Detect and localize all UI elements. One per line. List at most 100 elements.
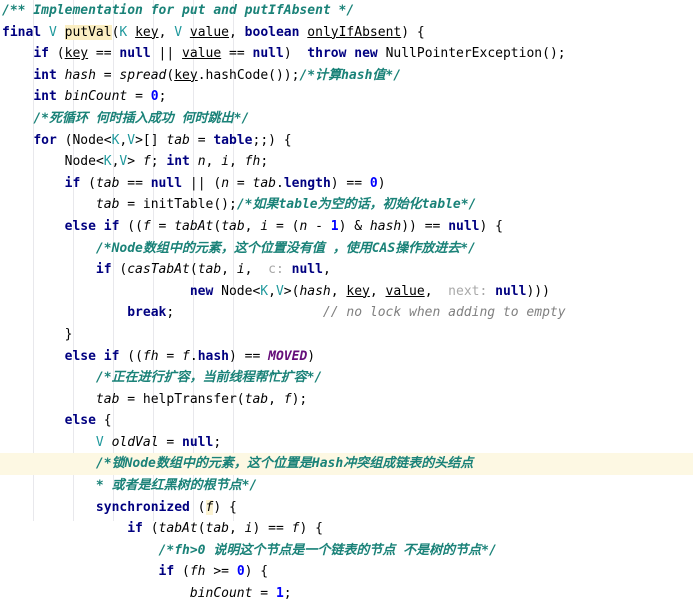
code-token: >(	[283, 283, 300, 299]
code-line[interactable]: }	[0, 324, 693, 346]
code-token: null	[119, 46, 151, 62]
code-token: key	[135, 24, 159, 40]
code-token: .	[189, 348, 198, 364]
code-line[interactable]: else if ((fh = f.hash) == MOVED)	[0, 346, 693, 368]
code-line[interactable]: /*正在进行扩容，当前线程帮忙扩容*/	[0, 367, 693, 389]
code-token: 0	[150, 89, 159, 105]
code-token: Node	[72, 132, 104, 148]
code-token: (	[189, 499, 206, 515]
code-line[interactable]: else if ((f = tabAt(tab, i = (n - 1) & h…	[0, 216, 693, 238]
code-token: ();	[542, 46, 566, 62]
code-token: ;	[283, 586, 292, 602]
code-token: .	[275, 175, 284, 191]
code-token: ) &	[338, 218, 370, 234]
code-token: i	[236, 262, 245, 278]
code-line[interactable]: if (key == null || value == null) throw …	[0, 43, 693, 65]
code-line[interactable]: new Node<K,V>(hash, key, value, next: nu…	[0, 281, 693, 303]
code-token: tab	[205, 521, 229, 537]
code-token: int	[166, 154, 190, 170]
code-line[interactable]: synchronized (f) {	[0, 497, 693, 519]
code-token: ) {	[299, 521, 323, 537]
code-line[interactable]: int hash = spread(key.hashCode());/*计算ha…	[0, 65, 693, 87]
code-token: )	[307, 348, 316, 364]
code-token: Node	[221, 283, 253, 299]
code-token: else	[64, 413, 96, 429]
code-token: tab	[166, 132, 190, 148]
code-line[interactable]: /*fh>0 说明这个节点是一个链表的节点 不是树的节点*/	[0, 540, 693, 562]
code-line[interactable]: int binCount = 0;	[0, 86, 693, 108]
code-line[interactable]: final V putVal(K key, V value, boolean o…	[0, 22, 693, 44]
code-token: n	[197, 154, 206, 170]
code-line[interactable]: binCount = 1;	[0, 583, 693, 605]
code-token: ||	[150, 46, 183, 62]
code-token: 0	[369, 175, 378, 191]
code-token: next:	[448, 283, 488, 299]
code-line[interactable]: tab = initTable();/*如果table为空的话，初始化table…	[0, 194, 693, 216]
code-token: f	[283, 391, 292, 407]
code-token: ((	[119, 218, 143, 234]
code-line[interactable]: if (tabAt(tab, i) == f) {	[0, 518, 693, 540]
code-token: c:	[268, 262, 284, 278]
code-line[interactable]: break; // no lock when adding to empty	[0, 302, 693, 324]
code-token: else	[64, 218, 96, 234]
code-token: null	[182, 434, 214, 450]
code-token: // no lock when adding to empty	[322, 305, 566, 321]
code-token: tab	[95, 175, 120, 191]
code-token: fh	[189, 564, 206, 580]
code-token: int	[33, 67, 57, 83]
code-line[interactable]: tab = helpTransfer(tab, f);	[0, 389, 693, 411]
code-line[interactable]: for (Node<K,V>[] tab = table;;) {	[0, 130, 693, 152]
code-token: casTabAt	[127, 262, 190, 278]
code-token: ,	[205, 154, 222, 170]
code-token: V	[275, 283, 284, 299]
code-line[interactable]: * 或者是红黑树的根节点*/	[0, 475, 693, 497]
code-token: else	[64, 348, 96, 364]
code-token: oldVal	[111, 434, 159, 450]
code-token: (	[174, 564, 190, 580]
code-token: >	[127, 154, 143, 170]
code-line[interactable]: if (fh >= 0) {	[0, 561, 693, 583]
code-token: tab	[95, 197, 120, 213]
code-token: || (	[182, 175, 222, 191]
code-token: Node	[64, 154, 96, 170]
code-line[interactable]: V oldVal = null;	[0, 432, 693, 454]
code-token: if	[158, 564, 175, 580]
code-editor[interactable]: /** Implementation for put and putIfAbse…	[0, 0, 693, 601]
code-token: 0	[236, 564, 245, 580]
code-token: if	[33, 46, 49, 62]
code-token: /*Node数组中的元素，这个位置没有值 ，使用CAS操作放进去*/	[95, 240, 476, 256]
code-token: table	[213, 132, 253, 148]
code-token: =	[158, 348, 183, 364]
code-line[interactable]: if (tab == null || (n = tab.length) == 0…	[0, 173, 693, 195]
code-token: ==	[88, 46, 120, 62]
code-token: for	[33, 132, 57, 148]
code-token: /*正在进行扩容，当前线程帮忙扩容*/	[95, 370, 323, 386]
code-line[interactable]: /*锁Node数组中的元素，这个位置是Hash冲突组成链表的头结点	[0, 453, 693, 476]
code-token: key	[64, 46, 89, 62]
code-line[interactable]: /** Implementation for put and putIfAbse…	[0, 0, 693, 22]
code-token: i	[221, 154, 230, 170]
code-token: f	[142, 218, 151, 234]
code-line[interactable]: if (casTabAt(tab, i, c: null,	[0, 259, 693, 281]
code-token: ) ==	[252, 521, 292, 537]
code-line[interactable]: Node<K,V> f; int n, i, fh;	[0, 151, 693, 173]
code-line[interactable]: else {	[0, 410, 693, 432]
code-token: i	[244, 521, 253, 537]
code-token: ,	[229, 521, 245, 537]
code-content[interactable]: /** Implementation for put and putIfAbse…	[0, 0, 693, 605]
code-token: )) ==	[401, 218, 449, 234]
code-token: binCount	[189, 586, 253, 602]
code-token: tab	[244, 391, 269, 407]
code-line[interactable]: /*Node数组中的元素，这个位置没有值 ，使用CAS操作放进去*/	[0, 238, 693, 260]
code-line[interactable]: /*死循环 何时插入成功 何时跳出*/	[0, 108, 693, 130]
